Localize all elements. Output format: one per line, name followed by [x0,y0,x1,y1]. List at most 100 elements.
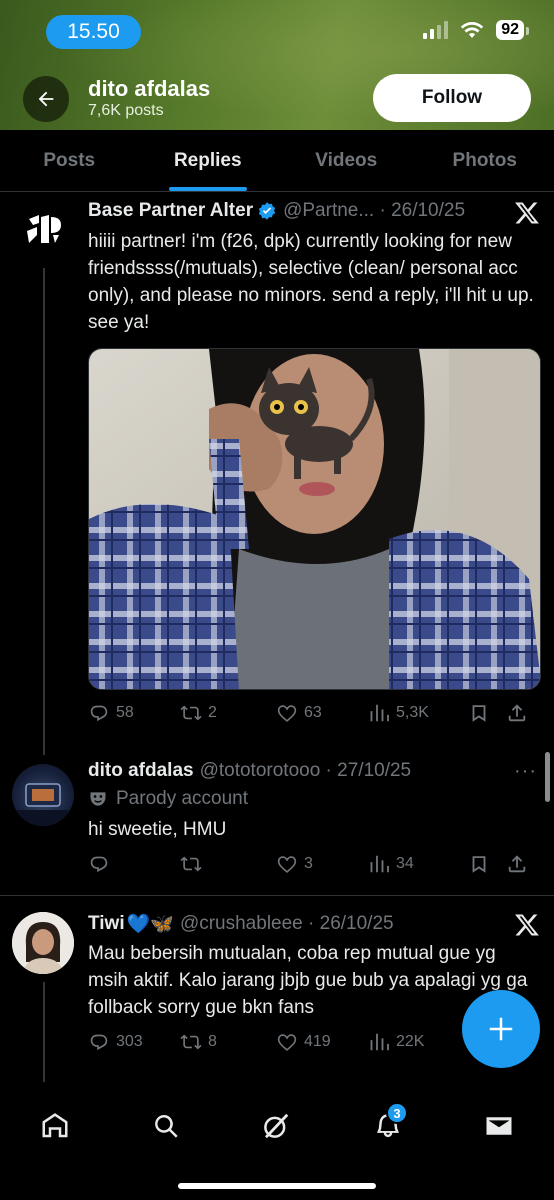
like-count: 63 [304,704,322,721]
like-button[interactable]: 3 [276,853,368,875]
views-button[interactable]: 22K [368,1031,424,1053]
reply-count: 303 [116,1033,143,1050]
like-button[interactable]: 63 [276,702,368,724]
parody-label-text: Parody account [116,788,249,809]
share-button[interactable] [506,702,528,724]
nav-search[interactable] [142,1102,190,1150]
nav-grok[interactable] [252,1102,300,1150]
post-author-name[interactable]: Base Partner Alter [88,200,253,222]
views-button[interactable]: 34 [368,853,468,875]
reply-button[interactable]: 58 [88,702,180,724]
repost-button[interactable]: 8 [180,1031,276,1053]
profile-posts-count: 7,6K posts [88,102,164,119]
post-header: dito afdalas @tototorotooo · 27/10/25 [88,760,411,782]
compose-post-button[interactable] [462,990,540,1068]
status-indicators: 92 [423,20,529,40]
post-header: Tiwi 💙🦋 @crushableee · 26/10/25 [88,912,394,936]
profile-name: dito afdalas [88,76,211,101]
reply-icon [90,856,108,873]
plus-icon [489,1017,513,1041]
post-divider [0,895,554,896]
battery-indicator: 92 [496,20,529,40]
nav-notifications[interactable]: 3 [364,1102,412,1150]
nav-messages[interactable] [475,1102,523,1150]
post-image[interactable] [88,348,541,690]
arrow-left-icon [38,91,54,107]
post-author-emojis: 💙🦋 [126,913,174,935]
like-button[interactable]: 419 [276,1031,368,1053]
repost-count: 2 [208,704,217,721]
thread-line [43,982,45,1082]
reply-count: 58 [116,704,134,721]
thread-line [43,268,45,755]
post-text: hi sweetie, HMU [88,819,227,840]
tab-videos[interactable]: Videos [277,130,416,191]
post-text: hiiii partner! i'm (f26, dpk) currently … [88,231,534,333]
profile-tabs: Posts Replies Videos Photos [0,130,554,192]
repost-button[interactable] [180,853,276,875]
post-handle-date: @crushableee · 26/10/25 [179,912,394,934]
wifi-icon [461,22,484,38]
reply-icon [90,705,108,722]
heart-icon [277,856,297,873]
search-icon [155,1114,178,1138]
avatar-base-partner-alter[interactable] [12,198,74,260]
share-icon [508,704,526,722]
nav-home[interactable] [31,1102,79,1150]
views-count: 22K [396,1033,425,1050]
share-button[interactable] [506,853,528,875]
scrollbar-thumb[interactable] [545,752,550,802]
base-partner-logo-icon [27,215,61,243]
reply-button[interactable] [88,853,180,875]
heart-icon [277,705,297,722]
follow-button[interactable]: Follow [373,74,531,122]
tab-replies[interactable]: Replies [139,130,278,191]
tab-posts[interactable]: Posts [0,130,139,191]
mail-icon [486,1117,512,1135]
repost-icon [180,1034,202,1050]
views-chart-icon [370,855,389,873]
home-indicator [178,1183,376,1189]
repost-button[interactable]: 2 [180,702,276,724]
post-author-name[interactable]: Tiwi [88,913,125,935]
repost-icon [180,705,202,721]
post-handle-date: @Partne... · 26/10/25 [283,200,466,221]
tab-photos[interactable]: Photos [416,130,554,191]
back-button[interactable] [23,76,69,122]
parody-mask-icon [90,792,106,806]
more-options-button[interactable]: ··· [514,760,537,783]
post-actions: 3 34 [88,853,540,875]
repost-count: 8 [208,1033,217,1050]
post-actions: 303 8 419 22K [88,1031,458,1053]
like-count: 419 [304,1033,331,1050]
parody-label: Parody account [88,788,248,810]
post-handle-date: @tototorotooo · 27/10/25 [199,760,412,781]
home-icon [42,1113,68,1138]
bookmark-icon [472,705,486,722]
reply-icon [90,1034,108,1051]
post-author-name[interactable]: dito afdalas [88,760,194,782]
x-logo-icon [515,914,539,936]
status-time: 15.50 [46,15,141,49]
x-logo-icon [515,202,539,224]
avatar-dito-afdalas[interactable] [12,764,74,826]
share-icon [508,855,526,873]
like-count: 3 [304,855,313,872]
heart-icon [277,1034,297,1051]
bookmark-button[interactable] [468,702,506,724]
verified-badge-icon [258,202,276,220]
views-button[interactable]: 5,3K [368,702,468,724]
views-chart-icon [370,1033,389,1051]
reply-button[interactable]: 303 [88,1031,180,1053]
cellular-signal-icon [423,21,449,39]
grok-icon [264,1113,289,1139]
notifications-badge: 3 [386,1102,408,1124]
post-actions: 58 2 63 5,3K [88,702,540,724]
bookmark-button[interactable] [468,853,506,875]
avatar-photo [12,783,74,826]
views-chart-icon [370,704,389,722]
avatar-tiwi[interactable] [12,912,74,974]
repost-icon [180,856,202,872]
avatar-photo [12,912,74,974]
views-count: 34 [396,855,414,872]
